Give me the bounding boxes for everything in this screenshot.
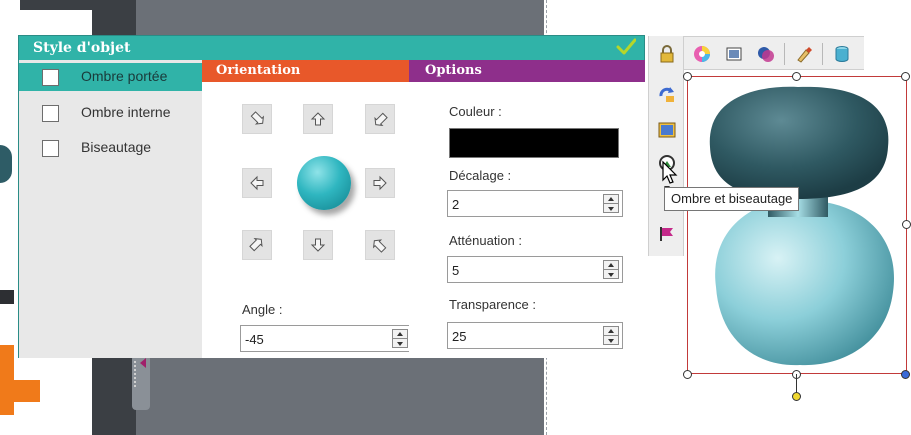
effect-label: Ombre interne [81,104,171,120]
offset-label: Décalage : [449,168,512,183]
bevel-checkbox[interactable] [42,140,59,157]
direction-down-right-button[interactable] [365,230,395,260]
resize-handle[interactable] [901,72,910,81]
mouse-cursor-icon [662,160,678,184]
arrow-down-icon [310,238,326,252]
toolbar-separator [784,43,785,65]
direction-down-left-button[interactable] [242,230,272,260]
picture-icon[interactable] [655,118,679,142]
spin-down-icon[interactable] [393,339,407,348]
angle-label: Angle : [242,302,283,317]
orientation-panel: Angle : [202,82,412,358]
resize-handle[interactable] [792,72,801,81]
direction-right-button[interactable] [365,168,395,198]
angle-stepper[interactable] [240,325,412,352]
spin-up-icon[interactable] [604,327,618,336]
effect-label: Biseautage [81,139,152,155]
background-orange-shape [0,380,40,402]
side-toolbar [648,36,684,256]
color-label: Couleur : [449,104,502,119]
effect-inner-shadow[interactable]: Ombre interne [19,99,202,127]
resize-handle[interactable] [683,72,692,81]
options-panel: Couleur : Décalage : Atténuation : Trans… [409,82,645,358]
toolbar-separator [822,43,823,65]
top-toolbar [684,36,864,70]
attenuation-spin-buttons[interactable] [603,260,619,279]
rotation-handle[interactable] [792,392,801,401]
direction-up-right-button[interactable] [365,104,395,134]
shadow-color-swatch[interactable] [449,128,619,158]
spin-up-icon[interactable] [393,330,407,339]
transparency-label: Transparence : [449,297,536,312]
arrow-right-icon [373,175,387,191]
inner-shadow-checkbox[interactable] [42,105,59,122]
effect-label: Ombre portée [81,68,168,84]
arrow-up-icon [310,112,326,126]
transparency-stepper[interactable] [447,322,623,349]
angle-spin-buttons[interactable] [392,329,408,348]
effect-list: Ombre portée Ombre interne Biseautage [19,60,202,358]
spin-down-icon[interactable] [604,270,618,279]
arrow-down-left-icon [249,237,263,252]
check-icon[interactable] [616,38,637,56]
arrow-up-right-icon [374,112,388,127]
cylinder-icon[interactable] [830,42,854,66]
direction-left-button[interactable] [242,168,272,198]
selected-image-frame[interactable] [687,76,907,374]
image-icon[interactable] [722,42,746,66]
dialog-title: Style d'objet [19,36,644,60]
brush-icon[interactable] [792,42,816,66]
offset-input[interactable] [452,195,596,213]
direction-down-button[interactable] [303,230,333,260]
effect-drop-shadow[interactable]: Ombre portée [19,63,202,91]
direction-center-button[interactable] [297,156,351,210]
rotate-arrow-icon[interactable] [655,82,679,106]
direction-up-button[interactable] [303,104,333,134]
angle-input[interactable] [245,330,385,348]
object-style-dialog: Style d'objet Ombre portée Ombre interne… [18,35,645,358]
spin-up-icon[interactable] [604,261,618,270]
lock-icon[interactable] [655,42,679,66]
arrow-left-icon [250,175,264,191]
transparency-spin-buttons[interactable] [603,326,619,345]
drop-shadow-checkbox[interactable] [42,69,59,86]
color-wheel-icon[interactable] [690,42,714,66]
side-scroll-handle[interactable] [132,355,150,410]
offset-spin-buttons[interactable] [603,194,619,213]
spin-up-icon[interactable] [604,195,618,204]
transparency-input[interactable] [452,327,596,345]
attenuation-stepper[interactable] [447,256,623,283]
arrow-down-right-icon [372,239,387,253]
tooltip: Ombre et biseautage [664,187,800,211]
arrow-up-left-icon [250,111,265,125]
direction-up-left-button[interactable] [242,104,272,134]
overlap-circles-icon[interactable] [754,42,778,66]
spin-down-icon[interactable] [604,204,618,213]
offset-stepper[interactable] [447,190,623,217]
flag-icon[interactable] [655,222,679,246]
dialog-title-text: Style d'objet [33,40,131,56]
attenuation-label: Atténuation : [449,233,522,248]
pushpin-image [709,86,894,366]
resize-handle[interactable] [901,370,910,379]
background-object [0,145,12,183]
spin-down-icon[interactable] [604,336,618,345]
background-object [0,290,14,304]
canvas: Style d'objet Ombre portée Ombre interne… [0,0,911,435]
effect-bevel[interactable]: Biseautage [19,134,202,162]
orientation-header: Orientation [202,60,409,82]
resize-handle[interactable] [683,370,692,379]
attenuation-input[interactable] [452,261,596,279]
resize-handle[interactable] [902,220,911,229]
options-header: Options [409,60,645,82]
